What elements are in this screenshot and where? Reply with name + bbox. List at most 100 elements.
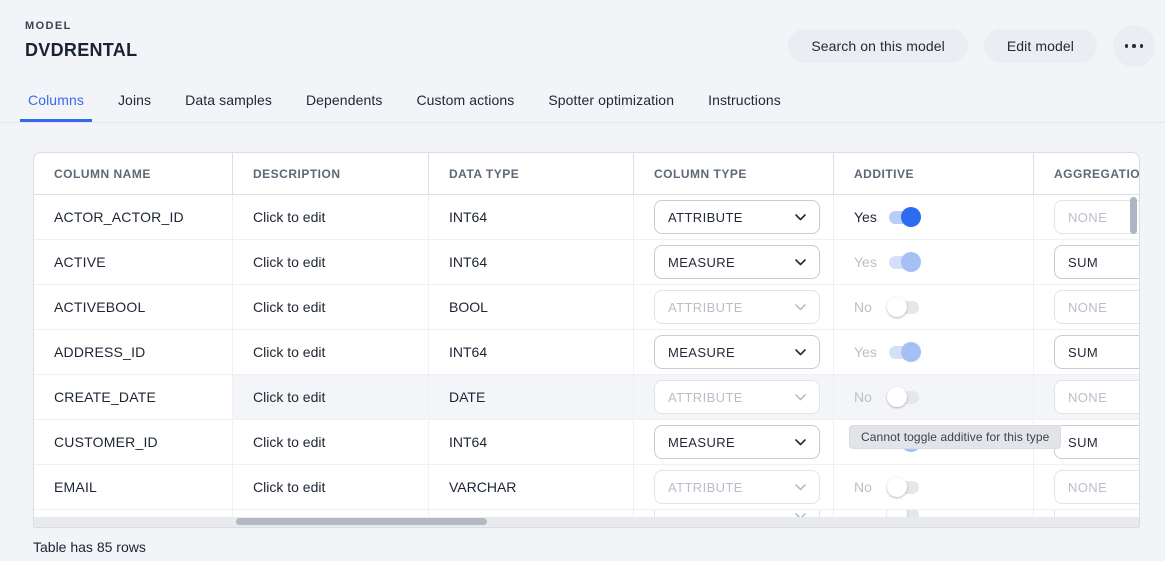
table-row: CREATE_DATE Click to edit DATE ATTRIBUTE… xyxy=(34,375,1139,420)
toggle-knob xyxy=(887,387,907,407)
toggle-knob xyxy=(887,477,907,497)
tab-spotter-optimization[interactable]: Spotter optimization xyxy=(540,84,682,122)
aggregation-select[interactable]: NONE xyxy=(1054,200,1140,234)
description-edit-field[interactable]: Click to edit xyxy=(253,434,325,450)
tab-bar: Columns Joins Data samples Dependents Custom… xyxy=(0,84,1165,123)
table-row: ACTOR_ACTOR_ID Click to edit INT64 ATTRI… xyxy=(34,195,1139,240)
tab-instructions[interactable]: Instructions xyxy=(700,84,789,122)
additive-toggle[interactable] xyxy=(889,391,919,404)
column-type-value: ATTRIBUTE xyxy=(668,300,743,315)
description-edit-field[interactable]: Click to edit xyxy=(253,389,325,405)
header-actions: Search on this model Edit model xyxy=(788,25,1155,67)
horizontal-scrollbar-thumb[interactable] xyxy=(236,518,487,525)
toggle-knob xyxy=(901,252,921,272)
additive-toggle[interactable] xyxy=(889,346,919,359)
more-options-button[interactable] xyxy=(1113,25,1155,67)
columns-table: COLUMN NAMEDESCRIPTIONDATA TYPECOLUMN TY… xyxy=(33,152,1140,528)
aggregation-select[interactable]: NONE xyxy=(1054,290,1140,324)
column-name-value: CUSTOMER_ID xyxy=(54,434,158,450)
table-row: EMAIL Click to edit VARCHAR ATTRIBUTE No… xyxy=(34,465,1139,510)
page-title: DVDRENTAL xyxy=(25,40,137,61)
column-type-value: MEASURE xyxy=(668,255,735,270)
model-eyebrow-label: MODEL xyxy=(25,20,72,32)
additive-value: No xyxy=(854,479,889,495)
aggregation-value: NONE xyxy=(1068,390,1107,405)
additive-toggle[interactable] xyxy=(889,256,919,269)
column-header: AGGREGATION xyxy=(1034,153,1140,194)
table-body: ACTOR_ACTOR_ID Click to edit INT64 ATTRI… xyxy=(34,195,1139,519)
column-header: COLUMN TYPE xyxy=(634,153,834,194)
aggregation-select[interactable]: SUM xyxy=(1054,245,1140,279)
data-type-value: INT64 xyxy=(449,254,487,270)
column-type-value: MEASURE xyxy=(668,435,735,450)
toggle-knob xyxy=(901,207,921,227)
column-type-select[interactable]: ATTRIBUTE xyxy=(654,470,820,504)
column-type-select[interactable]: ATTRIBUTE xyxy=(654,290,820,324)
column-name-value: ACTIVEBOOL xyxy=(54,299,145,315)
aggregation-value: NONE xyxy=(1068,300,1107,315)
additive-tooltip: Cannot toggle additive for this type xyxy=(849,425,1061,449)
column-type-select[interactable]: MEASURE xyxy=(654,245,820,279)
column-type-select[interactable]: ATTRIBUTE xyxy=(654,200,820,234)
description-edit-field[interactable]: Click to edit xyxy=(253,344,325,360)
aggregation-value: NONE xyxy=(1068,210,1107,225)
additive-value: Yes xyxy=(854,344,889,360)
column-type-select[interactable]: MEASURE xyxy=(654,335,820,369)
additive-toggle[interactable] xyxy=(889,481,919,494)
tab-dependents[interactable]: Dependents xyxy=(298,84,391,122)
tab-joins[interactable]: Joins xyxy=(110,84,159,122)
table-header-row: COLUMN NAMEDESCRIPTIONDATA TYPECOLUMN TY… xyxy=(34,153,1139,195)
data-type-value: VARCHAR xyxy=(449,479,516,495)
column-header: ADDITIVE xyxy=(834,153,1034,194)
aggregation-select[interactable]: NONE xyxy=(1054,380,1140,414)
tab-custom-actions[interactable]: Custom actions xyxy=(408,84,522,122)
column-name-value: ACTIVE xyxy=(54,254,106,270)
table-row: ACTIVEBOOL Click to edit BOOL ATTRIBUTE … xyxy=(34,285,1139,330)
chevron-down-icon xyxy=(795,484,806,491)
ellipsis-icon xyxy=(1132,44,1136,48)
column-header: DESCRIPTION xyxy=(233,153,429,194)
horizontal-scrollbar[interactable] xyxy=(34,517,1139,527)
aggregation-select[interactable]: SUM xyxy=(1054,335,1140,369)
data-type-value: DATE xyxy=(449,389,485,405)
data-type-value: INT64 xyxy=(449,434,487,450)
aggregation-select[interactable]: NONE xyxy=(1054,470,1140,504)
chevron-down-icon xyxy=(795,259,806,266)
aggregation-value: SUM xyxy=(1068,345,1098,360)
additive-value: Yes xyxy=(854,209,889,225)
search-on-model-button[interactable]: Search on this model xyxy=(788,29,968,63)
additive-toggle[interactable] xyxy=(889,211,919,224)
vertical-scrollbar-thumb[interactable] xyxy=(1130,197,1137,234)
ellipsis-icon xyxy=(1125,44,1129,48)
table-row: ADDRESS_ID Click to edit INT64 MEASURE Y… xyxy=(34,330,1139,375)
column-type-select[interactable]: MEASURE xyxy=(654,425,820,459)
edit-model-button[interactable]: Edit model xyxy=(984,29,1097,63)
chevron-down-icon xyxy=(795,214,806,221)
column-type-value: ATTRIBUTE xyxy=(668,210,743,225)
description-edit-field[interactable]: Click to edit xyxy=(253,299,325,315)
column-header: COLUMN NAME xyxy=(34,153,233,194)
toggle-knob xyxy=(887,297,907,317)
column-header: DATA TYPE xyxy=(429,153,634,194)
column-type-select[interactable]: ATTRIBUTE xyxy=(654,380,820,414)
description-edit-field[interactable]: Click to edit xyxy=(253,209,325,225)
tab-columns[interactable]: Columns xyxy=(20,84,92,122)
additive-value: No xyxy=(854,299,889,315)
chevron-down-icon xyxy=(795,394,806,401)
tab-data-samples[interactable]: Data samples xyxy=(177,84,280,122)
chevron-down-icon xyxy=(795,349,806,356)
additive-value: Yes xyxy=(854,254,889,270)
row-count-status: Table has 85 rows xyxy=(33,539,146,555)
aggregation-value: NONE xyxy=(1068,480,1107,495)
data-type-value: INT64 xyxy=(449,344,487,360)
column-name-value: EMAIL xyxy=(54,479,97,495)
additive-toggle[interactable] xyxy=(889,301,919,314)
description-edit-field[interactable]: Click to edit xyxy=(253,479,325,495)
table-row: ACTIVE Click to edit INT64 MEASURE Yes S… xyxy=(34,240,1139,285)
aggregation-value: SUM xyxy=(1068,255,1098,270)
chevron-down-icon xyxy=(795,304,806,311)
aggregation-select[interactable]: SUM xyxy=(1054,425,1140,459)
additive-value: No xyxy=(854,389,889,405)
column-type-value: ATTRIBUTE xyxy=(668,480,743,495)
description-edit-field[interactable]: Click to edit xyxy=(253,254,325,270)
